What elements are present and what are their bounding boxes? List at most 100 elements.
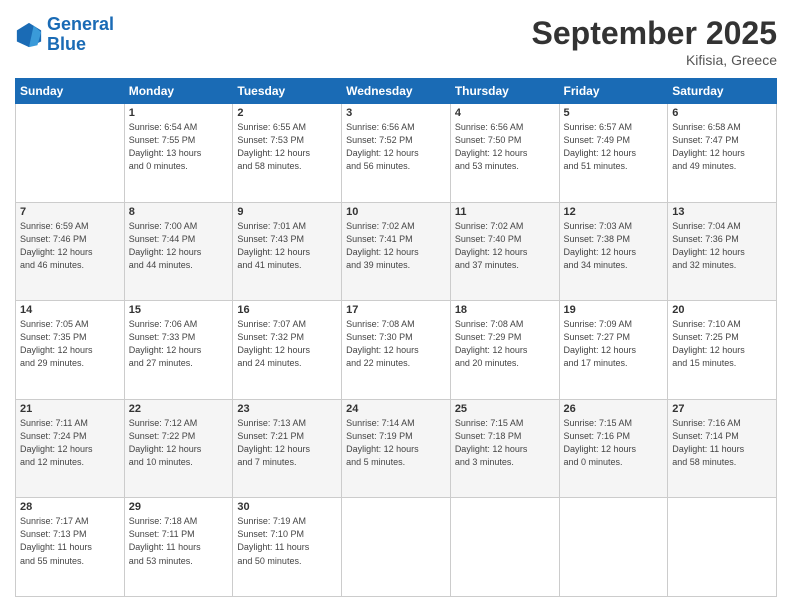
day-number: 7 bbox=[20, 206, 120, 218]
logo-icon bbox=[15, 21, 43, 49]
day-info: Sunrise: 7:15 AM Sunset: 7:18 PM Dayligh… bbox=[455, 417, 555, 469]
day-number: 25 bbox=[455, 403, 555, 415]
day-info: Sunrise: 7:00 AM Sunset: 7:44 PM Dayligh… bbox=[129, 220, 229, 272]
day-number: 29 bbox=[129, 501, 229, 513]
table-row: 3 Sunrise: 6:56 AM Sunset: 7:52 PM Daylig… bbox=[342, 104, 451, 203]
day-info: Sunrise: 7:14 AM Sunset: 7:19 PM Dayligh… bbox=[346, 417, 446, 469]
page: General Blue September 2025 Kifisia, Gre… bbox=[0, 0, 792, 612]
day-info: Sunrise: 7:10 AM Sunset: 7:25 PM Dayligh… bbox=[672, 318, 772, 370]
day-info: Sunrise: 7:17 AM Sunset: 7:13 PM Dayligh… bbox=[20, 515, 120, 567]
subtitle: Kifisia, Greece bbox=[532, 52, 777, 68]
calendar-table: Sunday Monday Tuesday Wednesday Thursday… bbox=[15, 78, 777, 597]
table-row: 21 Sunrise: 7:11 AM Sunset: 7:24 PM Dayli… bbox=[16, 399, 125, 498]
table-row: 25 Sunrise: 7:15 AM Sunset: 7:18 PM Dayli… bbox=[450, 399, 559, 498]
main-title: September 2025 bbox=[532, 15, 777, 52]
day-number: 28 bbox=[20, 501, 120, 513]
week-row-1: 1Sunrise: 6:54 AM Sunset: 7:55 PM Daylig… bbox=[16, 104, 777, 203]
logo-blue: Blue bbox=[47, 34, 86, 54]
table-row bbox=[668, 498, 777, 597]
day-number: 6 bbox=[672, 107, 772, 119]
day-info: Sunrise: 7:08 AM Sunset: 7:30 PM Dayligh… bbox=[346, 318, 446, 370]
day-info: Sunrise: 7:03 AM Sunset: 7:38 PM Dayligh… bbox=[564, 220, 664, 272]
table-row: 24 Sunrise: 7:14 AM Sunset: 7:19 PM Dayli… bbox=[342, 399, 451, 498]
table-row: 22Sunrise: 7:12 AM Sunset: 7:22 PM Dayli… bbox=[124, 399, 233, 498]
day-number: 23 bbox=[237, 403, 337, 415]
week-row-3: 14 Sunrise: 7:05 AM Sunset: 7:35 PM Dayli… bbox=[16, 301, 777, 400]
table-row: 8Sunrise: 7:00 AM Sunset: 7:44 PM Daylig… bbox=[124, 202, 233, 301]
table-row: 10 Sunrise: 7:02 AM Sunset: 7:41 PM Dayli… bbox=[342, 202, 451, 301]
table-row bbox=[559, 498, 668, 597]
col-friday: Friday bbox=[559, 79, 668, 104]
table-row: 19Sunrise: 7:09 AM Sunset: 7:27 PM Dayli… bbox=[559, 301, 668, 400]
table-row: 17 Sunrise: 7:08 AM Sunset: 7:30 PM Dayli… bbox=[342, 301, 451, 400]
col-sunday: Sunday bbox=[16, 79, 125, 104]
day-number: 1 bbox=[129, 107, 229, 119]
day-number: 17 bbox=[346, 304, 446, 316]
table-row: 20 Sunrise: 7:10 AM Sunset: 7:25 PM Dayli… bbox=[668, 301, 777, 400]
day-info: Sunrise: 6:59 AM Sunset: 7:46 PM Dayligh… bbox=[20, 220, 120, 272]
calendar-header-row: Sunday Monday Tuesday Wednesday Thursday… bbox=[16, 79, 777, 104]
table-row: 28 Sunrise: 7:17 AM Sunset: 7:13 PM Dayli… bbox=[16, 498, 125, 597]
day-info: Sunrise: 7:16 AM Sunset: 7:14 PM Dayligh… bbox=[672, 417, 772, 469]
day-info: Sunrise: 7:02 AM Sunset: 7:41 PM Dayligh… bbox=[346, 220, 446, 272]
day-number: 13 bbox=[672, 206, 772, 218]
table-row: 18 Sunrise: 7:08 AM Sunset: 7:29 PM Dayli… bbox=[450, 301, 559, 400]
day-info: Sunrise: 7:11 AM Sunset: 7:24 PM Dayligh… bbox=[20, 417, 120, 469]
table-row: 1Sunrise: 6:54 AM Sunset: 7:55 PM Daylig… bbox=[124, 104, 233, 203]
logo-general: General bbox=[47, 14, 114, 34]
table-row: 29 Sunrise: 7:18 AM Sunset: 7:11 PM Dayli… bbox=[124, 498, 233, 597]
table-row: 30 Sunrise: 7:19 AM Sunset: 7:10 PM Dayli… bbox=[233, 498, 342, 597]
day-number: 10 bbox=[346, 206, 446, 218]
week-row-5: 28 Sunrise: 7:17 AM Sunset: 7:13 PM Dayli… bbox=[16, 498, 777, 597]
day-number: 19 bbox=[564, 304, 664, 316]
col-wednesday: Wednesday bbox=[342, 79, 451, 104]
col-saturday: Saturday bbox=[668, 79, 777, 104]
day-info: Sunrise: 7:18 AM Sunset: 7:11 PM Dayligh… bbox=[129, 515, 229, 567]
day-info: Sunrise: 7:19 AM Sunset: 7:10 PM Dayligh… bbox=[237, 515, 337, 567]
table-row: 14 Sunrise: 7:05 AM Sunset: 7:35 PM Dayli… bbox=[16, 301, 125, 400]
day-info: Sunrise: 7:12 AM Sunset: 7:22 PM Dayligh… bbox=[129, 417, 229, 469]
day-info: Sunrise: 7:05 AM Sunset: 7:35 PM Dayligh… bbox=[20, 318, 120, 370]
table-row bbox=[16, 104, 125, 203]
col-tuesday: Tuesday bbox=[233, 79, 342, 104]
table-row: 27 Sunrise: 7:16 AM Sunset: 7:14 PM Dayli… bbox=[668, 399, 777, 498]
table-row: 9Sunrise: 7:01 AM Sunset: 7:43 PM Daylig… bbox=[233, 202, 342, 301]
day-info: Sunrise: 6:55 AM Sunset: 7:53 PM Dayligh… bbox=[237, 121, 337, 173]
day-number: 11 bbox=[455, 206, 555, 218]
day-number: 14 bbox=[20, 304, 120, 316]
day-info: Sunrise: 6:57 AM Sunset: 7:49 PM Dayligh… bbox=[564, 121, 664, 173]
day-number: 30 bbox=[237, 501, 337, 513]
week-row-4: 21 Sunrise: 7:11 AM Sunset: 7:24 PM Dayli… bbox=[16, 399, 777, 498]
day-number: 9 bbox=[237, 206, 337, 218]
day-number: 18 bbox=[455, 304, 555, 316]
table-row: 23 Sunrise: 7:13 AM Sunset: 7:21 PM Dayli… bbox=[233, 399, 342, 498]
table-row: 4 Sunrise: 6:56 AM Sunset: 7:50 PM Daylig… bbox=[450, 104, 559, 203]
table-row: 2Sunrise: 6:55 AM Sunset: 7:53 PM Daylig… bbox=[233, 104, 342, 203]
day-number: 4 bbox=[455, 107, 555, 119]
logo: General Blue bbox=[15, 15, 114, 55]
header: General Blue September 2025 Kifisia, Gre… bbox=[15, 15, 777, 68]
day-info: Sunrise: 6:56 AM Sunset: 7:52 PM Dayligh… bbox=[346, 121, 446, 173]
day-number: 3 bbox=[346, 107, 446, 119]
day-number: 27 bbox=[672, 403, 772, 415]
table-row: 5Sunrise: 6:57 AM Sunset: 7:49 PM Daylig… bbox=[559, 104, 668, 203]
day-info: Sunrise: 6:58 AM Sunset: 7:47 PM Dayligh… bbox=[672, 121, 772, 173]
table-row: 12Sunrise: 7:03 AM Sunset: 7:38 PM Dayli… bbox=[559, 202, 668, 301]
table-row: 26Sunrise: 7:15 AM Sunset: 7:16 PM Dayli… bbox=[559, 399, 668, 498]
table-row bbox=[450, 498, 559, 597]
week-row-2: 7 Sunrise: 6:59 AM Sunset: 7:46 PM Daylig… bbox=[16, 202, 777, 301]
title-block: September 2025 Kifisia, Greece bbox=[532, 15, 777, 68]
table-row bbox=[342, 498, 451, 597]
day-number: 20 bbox=[672, 304, 772, 316]
day-info: Sunrise: 7:13 AM Sunset: 7:21 PM Dayligh… bbox=[237, 417, 337, 469]
day-info: Sunrise: 7:08 AM Sunset: 7:29 PM Dayligh… bbox=[455, 318, 555, 370]
table-row: 13 Sunrise: 7:04 AM Sunset: 7:36 PM Dayli… bbox=[668, 202, 777, 301]
col-monday: Monday bbox=[124, 79, 233, 104]
day-number: 21 bbox=[20, 403, 120, 415]
table-row: 11Sunrise: 7:02 AM Sunset: 7:40 PM Dayli… bbox=[450, 202, 559, 301]
col-thursday: Thursday bbox=[450, 79, 559, 104]
day-info: Sunrise: 7:04 AM Sunset: 7:36 PM Dayligh… bbox=[672, 220, 772, 272]
day-info: Sunrise: 6:56 AM Sunset: 7:50 PM Dayligh… bbox=[455, 121, 555, 173]
day-info: Sunrise: 7:06 AM Sunset: 7:33 PM Dayligh… bbox=[129, 318, 229, 370]
day-number: 24 bbox=[346, 403, 446, 415]
